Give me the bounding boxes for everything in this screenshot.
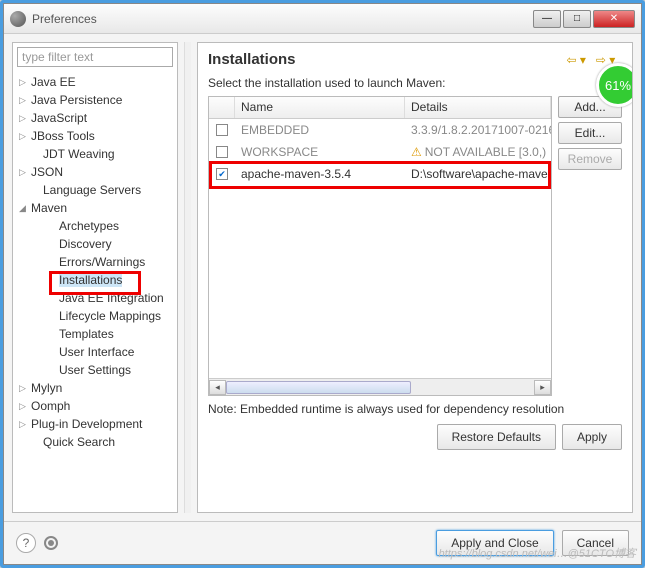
table-row[interactable]: WORKSPACE⚠NOT AVAILABLE [3.0,) bbox=[209, 141, 551, 163]
tree-item[interactable]: ▷Oomph bbox=[13, 397, 177, 415]
table-row[interactable]: EMBEDDED3.3.9/1.8.2.20171007-0216 bbox=[209, 119, 551, 141]
app-icon bbox=[10, 11, 26, 27]
tree-item[interactable]: Archetypes bbox=[13, 217, 177, 235]
maximize-button[interactable]: □ bbox=[563, 10, 591, 28]
restore-defaults-button[interactable]: Restore Defaults bbox=[437, 424, 556, 450]
warning-icon: ⚠ bbox=[411, 145, 422, 159]
tree-item[interactable]: Quick Search bbox=[13, 433, 177, 451]
tree-item[interactable]: ▷Plug-in Development bbox=[13, 415, 177, 433]
watermark: https://blog.csdn.net/wei…@51CTO博客 bbox=[439, 545, 636, 561]
record-icon[interactable] bbox=[44, 536, 58, 550]
tree-item[interactable]: ▷Java EE bbox=[13, 73, 177, 91]
window-title: Preferences bbox=[32, 12, 533, 26]
column-details[interactable]: Details bbox=[405, 97, 551, 118]
note-text: Note: Embedded runtime is always used fo… bbox=[208, 402, 622, 416]
checkbox[interactable] bbox=[216, 124, 228, 136]
titlebar: Preferences — □ ✕ bbox=[4, 4, 641, 34]
tree-item[interactable]: Errors/Warnings bbox=[13, 253, 177, 271]
filter-input[interactable]: type filter text bbox=[17, 47, 173, 67]
preferences-tree[interactable]: ▷Java EE▷Java Persistence▷JavaScript▷JBo… bbox=[13, 71, 177, 512]
tree-item[interactable]: Java EE Integration bbox=[13, 289, 177, 307]
remove-button: Remove bbox=[558, 148, 622, 170]
tree-item[interactable]: ▷Mylyn bbox=[13, 379, 177, 397]
edit-button[interactable]: Edit... bbox=[558, 122, 622, 144]
main-panel: Installations ⇦ ▾ ⇨ ▾ 61% Select the ins… bbox=[197, 42, 633, 513]
tree-item[interactable]: ▷JSON bbox=[13, 163, 177, 181]
tree-item[interactable]: ▷JBoss Tools bbox=[13, 127, 177, 145]
checkbox[interactable]: ✔ bbox=[216, 168, 228, 180]
tree-item[interactable]: Installations bbox=[13, 271, 177, 289]
help-button[interactable]: ? bbox=[16, 533, 36, 553]
close-button[interactable]: ✕ bbox=[593, 10, 635, 28]
checkbox[interactable] bbox=[216, 146, 228, 158]
tree-item[interactable]: Lifecycle Mappings bbox=[13, 307, 177, 325]
apply-button[interactable]: Apply bbox=[562, 424, 622, 450]
sidebar-scrollbar[interactable] bbox=[184, 42, 191, 513]
tree-item[interactable]: Language Servers bbox=[13, 181, 177, 199]
tree-item[interactable]: ▷Java Persistence bbox=[13, 91, 177, 109]
page-title: Installations bbox=[208, 51, 567, 68]
tree-item[interactable]: Discovery bbox=[13, 235, 177, 253]
tree-item[interactable]: ▷JavaScript bbox=[13, 109, 177, 127]
progress-badge: 61% bbox=[596, 63, 633, 107]
sidebar: type filter text ▷Java EE▷Java Persisten… bbox=[12, 42, 178, 513]
column-name[interactable]: Name bbox=[235, 97, 405, 118]
tree-item[interactable]: Templates bbox=[13, 325, 177, 343]
tree-item[interactable]: ◢Maven bbox=[13, 199, 177, 217]
page-subtitle: Select the installation used to launch M… bbox=[208, 76, 622, 90]
tree-item[interactable]: JDT Weaving bbox=[13, 145, 177, 163]
horizontal-scrollbar[interactable]: ◂▸ bbox=[209, 378, 551, 395]
minimize-button[interactable]: — bbox=[533, 10, 561, 28]
installations-table[interactable]: Name Details EMBEDDED3.3.9/1.8.2.2017100… bbox=[208, 96, 552, 396]
table-row[interactable]: ✔apache-maven-3.5.4D:\software\apache-ma… bbox=[209, 163, 551, 185]
tree-item[interactable]: User Settings bbox=[13, 361, 177, 379]
tree-item[interactable]: User Interface bbox=[13, 343, 177, 361]
